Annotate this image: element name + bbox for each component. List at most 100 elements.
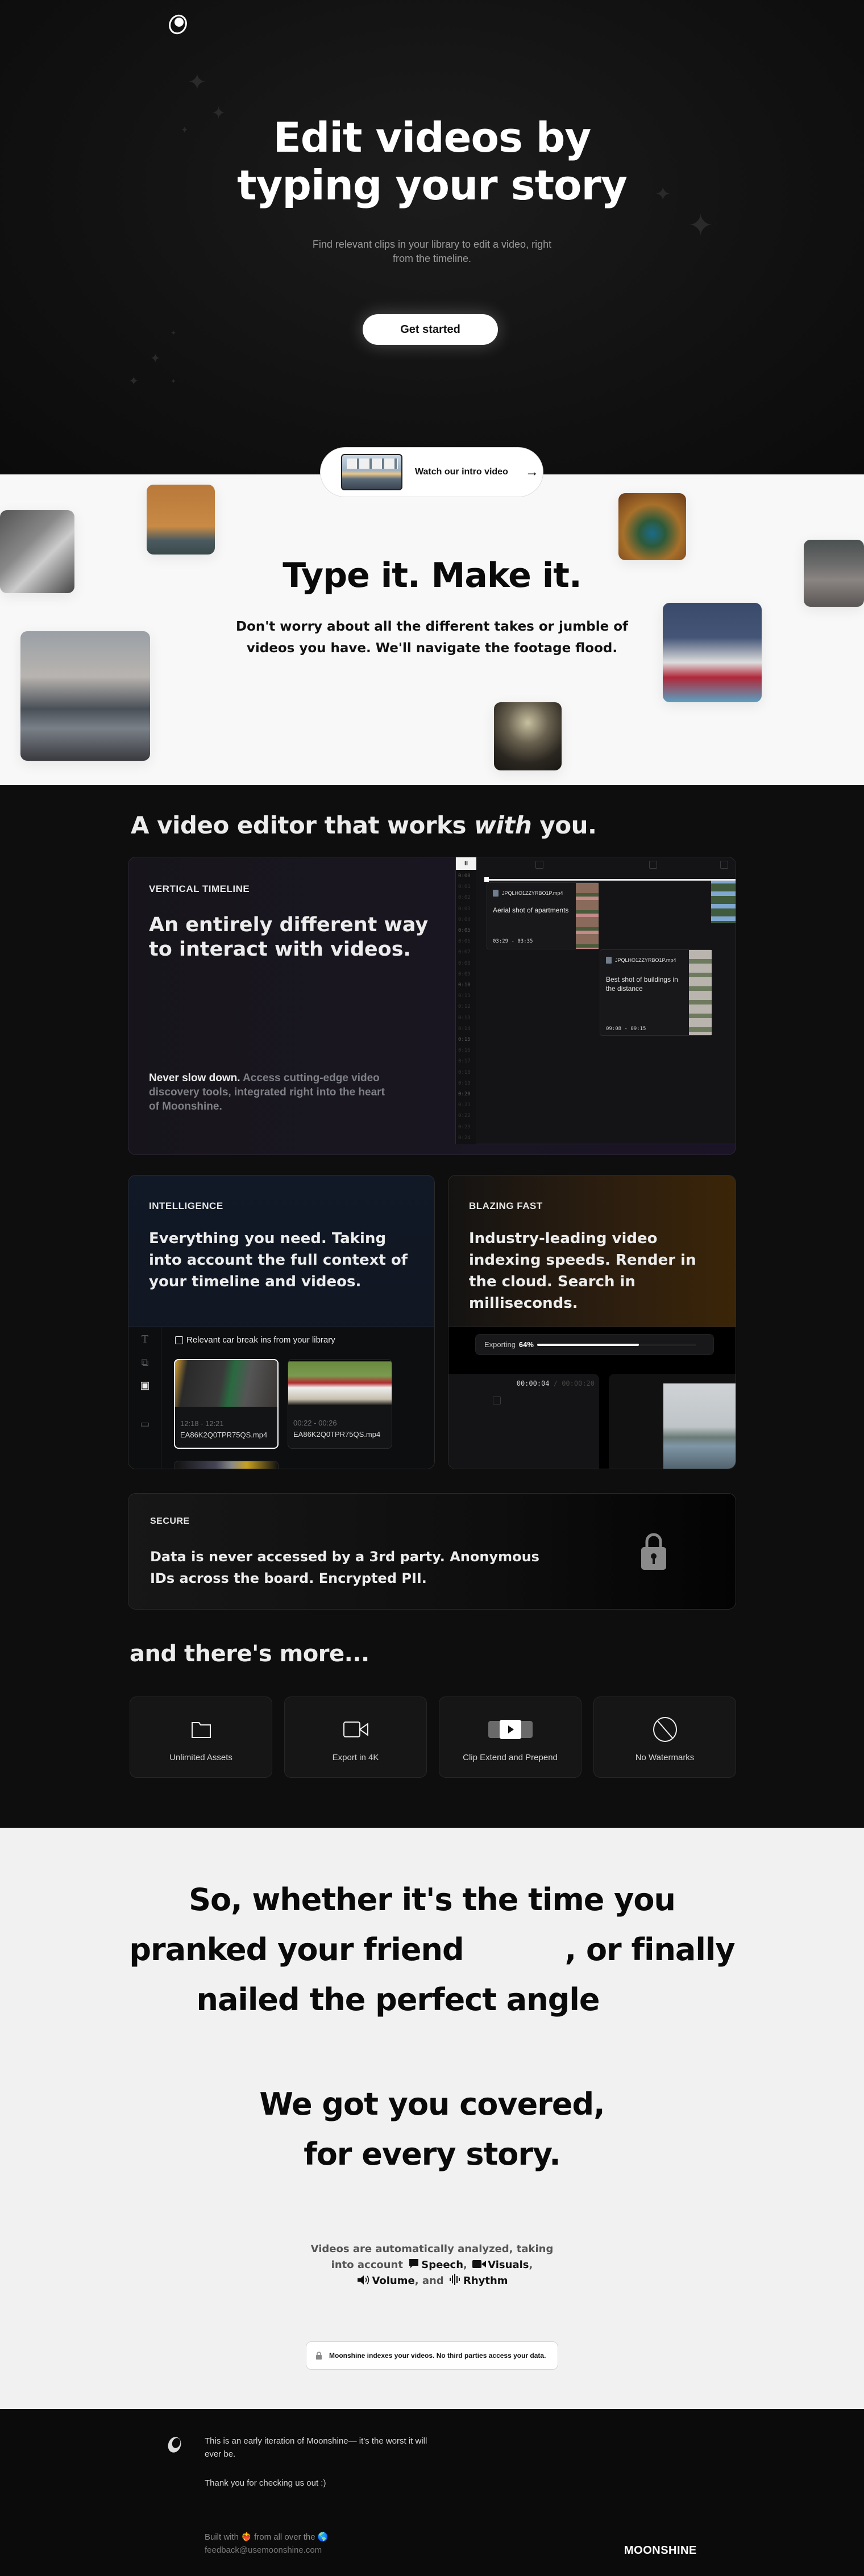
timecode: 00:00:04 / 00:00:20 bbox=[516, 1379, 595, 1387]
story-headline: So, whether it's the time you pranked yo… bbox=[129, 1882, 735, 2018]
time-tick: 0:21 bbox=[458, 1102, 471, 1108]
add-image-icon bbox=[493, 1397, 501, 1404]
ai-video-search-icon bbox=[175, 1336, 183, 1344]
footer bbox=[0, 2409, 864, 2576]
card-footer-text: Never slow down. Access cutting-edge vid… bbox=[149, 1072, 385, 1112]
time-tick: 0:19 bbox=[458, 1080, 471, 1086]
lock-icon bbox=[641, 1533, 666, 1570]
text-tool-icon[interactable]: T bbox=[139, 1334, 151, 1345]
search-result[interactable]: 00:22 - 00:26 EA86K2Q0TPR75QS.mp4 bbox=[288, 1359, 392, 1449]
video-tile-building bbox=[147, 485, 215, 555]
more-title: and there's more... bbox=[130, 1641, 369, 1667]
moon-logo-icon[interactable] bbox=[166, 2435, 183, 2454]
footer-thanks: Thank you for checking us out :) bbox=[205, 2478, 326, 2488]
secure-card: SECURE Data is never accessed by a 3rd p… bbox=[128, 1493, 736, 1610]
perk-export-4k: Export in 4K bbox=[284, 1697, 427, 1778]
search-query: Relevant car break ins from your library bbox=[175, 1335, 335, 1345]
volume-icon bbox=[358, 2275, 369, 2285]
feedback-email-link[interactable]: feedback@usemoonshine.com bbox=[205, 2545, 322, 2555]
story-covered: We got you covered, for every story. bbox=[259, 2086, 605, 2172]
video-preview bbox=[609, 1374, 736, 1469]
card-eyebrow: BLAZING FAST bbox=[469, 1201, 543, 1211]
add-video-icon bbox=[535, 861, 543, 869]
footer-note: This is an early iteration of Moonshine—… bbox=[205, 2436, 427, 2459]
time-tick: 0:03 bbox=[458, 906, 471, 912]
folder-icon[interactable]: ▭ bbox=[139, 1418, 151, 1429]
watch-intro-video-button[interactable]: Watch our intro video → bbox=[320, 447, 543, 497]
timeline-clip[interactable]: JPQLHO1ZZYRBO1P.mp4 Aerial shot of apart… bbox=[487, 882, 599, 949]
arrow-right-icon: → bbox=[525, 464, 539, 480]
time-tick: 0:16 bbox=[458, 1048, 471, 1054]
time-tick: 0:05 bbox=[458, 928, 471, 933]
time-tick: 0:01 bbox=[458, 884, 471, 890]
perk-unlimited-assets: Unlimited Assets bbox=[130, 1697, 272, 1778]
footer-built-with: Built with ❤️‍🔥 from all over the 🌎 bbox=[205, 2532, 329, 2542]
get-started-button[interactable]: Get started bbox=[363, 314, 498, 345]
card-eyebrow: VERTICAL TIMELINE bbox=[149, 883, 250, 894]
no-watermark-icon bbox=[653, 1717, 677, 1742]
video-tile-skateboard bbox=[663, 603, 762, 702]
shapes-tool-icon[interactable]: ⧉ bbox=[139, 1357, 151, 1368]
search-result[interactable]: 12:18 - 12:21 EA86K2Q0TPR75QS.mp4 bbox=[174, 1359, 279, 1449]
time-tick: 0:15 bbox=[458, 1037, 471, 1043]
clip-thumbnail-strip bbox=[576, 883, 599, 949]
time-tick: 0:18 bbox=[458, 1069, 471, 1076]
heart-icon: ❤️‍🔥 bbox=[241, 2532, 252, 2542]
pause-button[interactable]: II bbox=[456, 857, 476, 870]
search-results-preview: T ⧉ ▣ ▭ Relevant car break ins from your… bbox=[128, 1327, 434, 1469]
time-tick: 0:17 bbox=[458, 1058, 471, 1065]
privacy-note: Moonshine indexes your videos. No third … bbox=[306, 2341, 558, 2370]
time-tick: 0:07 bbox=[458, 949, 471, 956]
video-tile-skyline bbox=[20, 631, 150, 761]
moonshine-wordmark[interactable]: MOONSHINE bbox=[624, 2544, 697, 2557]
time-ruler: 0:00 0:01 0:02 0:03 0:04 0:05 0:06 0:07 0:08 0:09… bbox=[456, 870, 476, 1144]
file-icon bbox=[606, 957, 612, 964]
file-icon bbox=[493, 890, 499, 897]
time-tick: 0:22 bbox=[458, 1113, 471, 1119]
clip-thumbnail-strip bbox=[689, 950, 712, 1035]
speech-bubble-icon bbox=[409, 2259, 419, 2268]
playhead[interactable] bbox=[484, 877, 736, 882]
showcase-title: Type it. Make it. bbox=[283, 556, 582, 595]
time-tick: 0:24 bbox=[458, 1135, 471, 1141]
timeline-app-preview: II 0:00 0:01 0:02 0:03 0:04 0:05 0:06 0:07 0:08 0… bbox=[455, 857, 736, 1144]
video-camera-icon bbox=[472, 2260, 487, 2268]
blazing-fast-card: BLAZING FAST Industry-leading video inde… bbox=[448, 1175, 736, 1469]
clip-extend-icon bbox=[488, 1720, 533, 1739]
lock-icon bbox=[316, 2352, 322, 2360]
add-image-icon bbox=[720, 861, 728, 869]
moon-logo-icon[interactable] bbox=[168, 12, 189, 35]
time-tick: 0:11 bbox=[458, 993, 471, 999]
sparkle-icon: ✦ bbox=[688, 209, 714, 243]
card-eyebrow: SECURE bbox=[150, 1516, 190, 1526]
card-headline: Everything you need. Taking into account… bbox=[149, 1230, 408, 1290]
search-result[interactable] bbox=[174, 1461, 279, 1469]
time-tick: 0:00 bbox=[458, 873, 471, 879]
timeline-clip[interactable]: JPQLHO1ZZYRBO1P.mp4 Best shot of buildin… bbox=[600, 949, 712, 1036]
perk-no-watermarks: No Watermarks bbox=[593, 1697, 736, 1778]
sparkle-icon: ✦ bbox=[188, 70, 207, 95]
sparkle-icon: ✦ bbox=[171, 377, 177, 385]
preview-frame bbox=[663, 1383, 736, 1469]
waveform-icon bbox=[449, 2274, 460, 2285]
export-progress: Exporting 64% bbox=[475, 1334, 714, 1355]
add-video-icon bbox=[649, 861, 657, 869]
perk-clip-extend: Clip Extend and Prepend bbox=[439, 1697, 581, 1778]
result-thumbnail bbox=[175, 1360, 277, 1407]
time-tick: 0:23 bbox=[458, 1124, 471, 1130]
ai-video-search-icon[interactable]: ▣ bbox=[139, 1379, 151, 1391]
sparkle-icon: ✦ bbox=[171, 329, 177, 337]
features-title: A video editor that works with you. bbox=[131, 811, 597, 839]
hero-title: Edit videos by typing your story bbox=[237, 114, 628, 209]
globe-icon: 🌎 bbox=[317, 2532, 329, 2542]
time-tick: 0:20 bbox=[458, 1091, 471, 1097]
intelligence-card: INTELLIGENCE Everything you need. Taking… bbox=[128, 1175, 435, 1469]
card-headline: Data is never accessed by a 3rd party. A… bbox=[150, 1549, 539, 1586]
time-tick: 0:13 bbox=[458, 1015, 471, 1021]
folder-icon bbox=[191, 1722, 211, 1738]
clip-thumbnail-strip bbox=[711, 879, 736, 923]
hero-section: ✦ ✦ ✦ ✦ ✦ ✦ ✦ ✦ ✦ Edit videos by typing y… bbox=[0, 0, 864, 474]
export-preview: Exporting 64% 00:00:04 / 00:00:20 bbox=[448, 1327, 736, 1469]
time-tick: 0:02 bbox=[458, 895, 471, 901]
intro-video-thumbnail bbox=[341, 454, 402, 490]
